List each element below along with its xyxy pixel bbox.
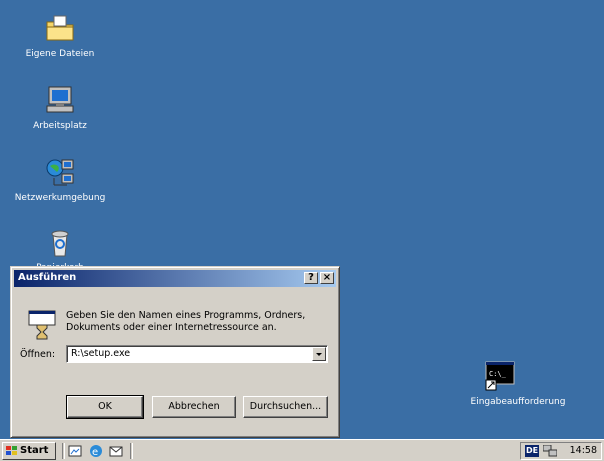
start-label: Start [20, 445, 49, 456]
desktop-icon-command-prompt[interactable]: C:\_ Eingabeaufforderung [468, 360, 568, 408]
desktop-icon-label: Arbeitsplatz [33, 121, 87, 131]
dialog-title: Ausführen [18, 272, 77, 283]
help-button[interactable]: ? [304, 272, 318, 284]
chevron-down-icon[interactable] [312, 347, 326, 361]
ok-button[interactable]: OK [66, 395, 144, 419]
desktop-icon-label: Eingabeaufforderung [470, 397, 566, 407]
language-indicator[interactable]: DE [525, 445, 539, 457]
cancel-button[interactable]: Abbrechen [152, 396, 236, 418]
folder-icon [44, 12, 76, 44]
internet-explorer-icon[interactable]: e [88, 443, 104, 459]
command-prompt-icon: C:\_ [484, 360, 516, 392]
system-tray: DE 14:58 [520, 442, 602, 460]
desktop-icon-label: Netzwerkumgebung [14, 193, 106, 203]
close-button[interactable]: × [320, 272, 334, 284]
recycle-bin-icon [44, 226, 76, 258]
start-button[interactable]: Start [2, 442, 56, 460]
desktop-icon-label: Eigene Dateien [25, 49, 95, 59]
computer-icon [44, 84, 76, 116]
dialog-titlebar[interactable]: Ausführen ? × [14, 270, 336, 287]
show-desktop-icon[interactable] [68, 443, 84, 459]
svg-text:e: e [92, 447, 98, 458]
run-dialog: Ausführen ? × Geben Sie den Namen eines … [10, 266, 340, 438]
desktop-icon-my-documents[interactable]: Eigene Dateien [10, 12, 110, 60]
taskbar-separator [130, 443, 133, 459]
desktop-icon-network[interactable]: Netzwerkumgebung [10, 156, 110, 204]
browse-button[interactable]: Durchsuchen... [243, 396, 328, 418]
outlook-express-icon[interactable] [108, 443, 124, 459]
open-label: Öffnen: [20, 349, 56, 360]
open-input[interactable]: R:\setup.exe [71, 348, 130, 359]
open-combobox[interactable]: R:\setup.exe [66, 345, 328, 363]
dialog-description: Geben Sie den Namen eines Programms, Ord… [66, 310, 306, 333]
network-status-icon[interactable] [543, 445, 557, 457]
taskbar-separator [62, 443, 65, 459]
desktop-icon-my-computer[interactable]: Arbeitsplatz [10, 84, 110, 132]
taskbar: Start e DE 14:58 [0, 439, 604, 461]
command-prompt-icon-text: C:\_ [489, 370, 507, 378]
windows-logo-icon [6, 446, 17, 455]
network-icon [44, 156, 76, 188]
clock[interactable]: 14:58 [570, 445, 597, 456]
run-program-icon [27, 309, 59, 341]
